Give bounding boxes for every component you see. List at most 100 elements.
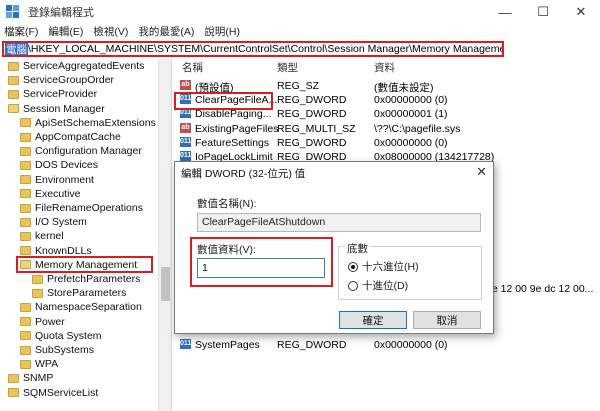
radio-dec[interactable]: 十進位(D) bbox=[348, 278, 408, 293]
folder-icon bbox=[20, 132, 31, 142]
tree-item[interactable]: ServiceGroupOrder bbox=[8, 73, 114, 87]
tree-item-label: Executive bbox=[35, 187, 81, 200]
value-name: FeatureSettings bbox=[195, 136, 270, 149]
highlight-value-data bbox=[190, 237, 333, 287]
tree-item[interactable]: SubSystems bbox=[20, 343, 94, 357]
folder-icon bbox=[20, 203, 31, 213]
tree-item-label: PrefetchParameters bbox=[47, 273, 141, 285]
tree-item[interactable]: FileRenameOperations bbox=[20, 201, 143, 215]
tree-item[interactable]: WPA bbox=[20, 357, 58, 371]
list-row[interactable]: ab ExistingPageFiles REG_MULTI_SZ \??\C:\pa… bbox=[174, 122, 600, 136]
tree-item[interactable]: AppCompatCache bbox=[20, 130, 121, 144]
dword-icon: 011 bbox=[180, 151, 192, 161]
tree-item[interactable]: Executive bbox=[20, 187, 81, 201]
radio-dec-icon[interactable] bbox=[348, 280, 358, 291]
radio-hex-icon[interactable] bbox=[348, 261, 358, 272]
list-row[interactable]: ab (預設值) REG_SZ (數值未設定) bbox=[174, 79, 600, 94]
value-type: REG_SZ bbox=[277, 80, 320, 92]
title-bar: 登錄編輯程式 — ☐ ✕ bbox=[0, 0, 600, 24]
list-row[interactable]: 011 FeatureSettings REG_DWORD 0x00000000 (0… bbox=[174, 136, 600, 150]
folder-open-icon bbox=[8, 104, 19, 114]
folder-icon bbox=[20, 317, 31, 327]
value-name: ExistingPageFiles bbox=[195, 122, 279, 135]
window-title: 登錄編輯程式 bbox=[28, 7, 94, 19]
close-button[interactable]: ✕ bbox=[562, 0, 600, 24]
base-label: 底數 bbox=[345, 241, 370, 256]
folder-icon bbox=[20, 160, 31, 170]
menu-file[interactable]: 檔案(F) bbox=[4, 24, 38, 39]
tree-item-label: Quota System bbox=[35, 329, 102, 342]
folder-icon bbox=[20, 246, 31, 256]
tree-item-label: KnownDLLs bbox=[35, 244, 92, 257]
cancel-button[interactable]: 取消 bbox=[413, 311, 481, 329]
folder-icon bbox=[20, 231, 31, 241]
value-data: 0x00000000 (0) bbox=[374, 94, 448, 107]
list-header: 名稱 類型 資料 bbox=[174, 59, 600, 75]
folder-icon bbox=[8, 75, 19, 85]
header-type[interactable]: 類型 bbox=[277, 60, 298, 75]
tree-item[interactable]: StoreParameters bbox=[32, 286, 126, 300]
value-type: REG_DWORD bbox=[277, 108, 347, 121]
tree-item[interactable]: DOS Devices bbox=[20, 158, 98, 172]
dword-icon: 011 bbox=[180, 136, 192, 147]
tree-item-label: Power bbox=[35, 315, 65, 328]
tree-item[interactable]: Power bbox=[20, 315, 65, 329]
radio-hex-label: 十六進位(H) bbox=[362, 261, 419, 273]
tree-item-label: Session Manager bbox=[23, 102, 105, 115]
tree-item[interactable]: SQMServiceList bbox=[8, 386, 98, 400]
menu-view[interactable]: 檢視(V) bbox=[93, 24, 128, 39]
value-type: REG_DWORD bbox=[277, 94, 347, 107]
folder-icon bbox=[20, 146, 31, 156]
value-data: 0x00000001 (1) bbox=[374, 108, 448, 121]
folder-icon bbox=[20, 345, 31, 355]
tree-item[interactable]: Environment bbox=[20, 173, 94, 187]
maximize-button[interactable]: ☐ bbox=[524, 0, 562, 24]
tree-item-label: ServiceAggregatedEvents bbox=[23, 60, 145, 72]
tree-item[interactable]: I/O System bbox=[20, 215, 87, 229]
menu-bar: 檔案(F) 編輯(E) 檢視(V) 我的最愛(A) 說明(H) bbox=[0, 22, 600, 40]
tree-item-label: DOS Devices bbox=[35, 159, 99, 172]
menu-help[interactable]: 說明(H) bbox=[204, 24, 240, 39]
tree-scroll-thumb[interactable] bbox=[161, 267, 170, 301]
tree-scrollbar[interactable] bbox=[158, 59, 171, 411]
value-name: SystemPages bbox=[195, 339, 260, 351]
string-value-icon: ab bbox=[180, 80, 191, 90]
tree-item-label: NamespaceSeparation bbox=[35, 301, 142, 314]
value-type: REG_DWORD bbox=[277, 339, 347, 351]
dialog-close-icon[interactable]: ✕ bbox=[476, 164, 487, 180]
tree-item[interactable]: PrefetchParameters bbox=[32, 272, 140, 286]
partial-data: ae 12 00 9e dc 12 00... bbox=[486, 283, 594, 295]
tree-item[interactable]: ServiceAggregatedEvents bbox=[8, 59, 144, 73]
tree-item[interactable]: Quota System bbox=[20, 329, 102, 343]
address-bar[interactable]: 電腦 \HKEY_LOCAL_MACHINE\SYSTEM\CurrentCont… bbox=[2, 41, 504, 57]
folder-icon bbox=[8, 89, 19, 99]
list-row-bottom[interactable]: 011 SystemPages REG_DWORD 0x00000000 (0) bbox=[174, 338, 600, 352]
tree-item-label: SubSystems bbox=[35, 344, 94, 356]
folder-icon bbox=[8, 373, 19, 383]
value-name-field: ClearPageFileAtShutdown bbox=[197, 213, 481, 232]
tree-item[interactable]: SNMP bbox=[8, 371, 53, 385]
radio-hex[interactable]: 十六進位(H) bbox=[348, 259, 419, 274]
value-type: REG_MULTI_SZ bbox=[277, 122, 356, 135]
tree-item-label: I/O System bbox=[35, 216, 87, 229]
tree-item-label: ServiceGroupOrder bbox=[23, 74, 115, 87]
tree-item[interactable]: Session Manager bbox=[8, 102, 105, 116]
minimize-button[interactable]: — bbox=[486, 0, 524, 24]
menu-favorites[interactable]: 我的最愛(A) bbox=[138, 24, 194, 39]
tree-item[interactable]: ServiceProvider bbox=[8, 87, 97, 101]
folder-icon bbox=[20, 217, 31, 227]
menu-edit[interactable]: 編輯(E) bbox=[48, 24, 83, 39]
header-data[interactable]: 資料 bbox=[374, 60, 395, 75]
header-name[interactable]: 名稱 bbox=[182, 60, 203, 75]
tree-item[interactable]: kernel bbox=[20, 229, 64, 243]
tree-item-label: SQMServiceList bbox=[23, 386, 99, 399]
dword-icon: 011 bbox=[180, 339, 192, 349]
tree-item-label: kernel bbox=[35, 230, 64, 243]
ok-button[interactable]: 確定 bbox=[339, 311, 407, 329]
folder-icon bbox=[20, 302, 31, 312]
tree-item[interactable]: Configuration Manager bbox=[20, 144, 142, 158]
key-tree: ServiceAggregatedEvents ServiceGroupOrder… bbox=[0, 59, 172, 411]
tree-item[interactable]: ApiSetSchemaExtensions bbox=[20, 116, 156, 130]
folder-icon bbox=[32, 288, 43, 298]
tree-item[interactable]: NamespaceSeparation bbox=[20, 300, 142, 314]
